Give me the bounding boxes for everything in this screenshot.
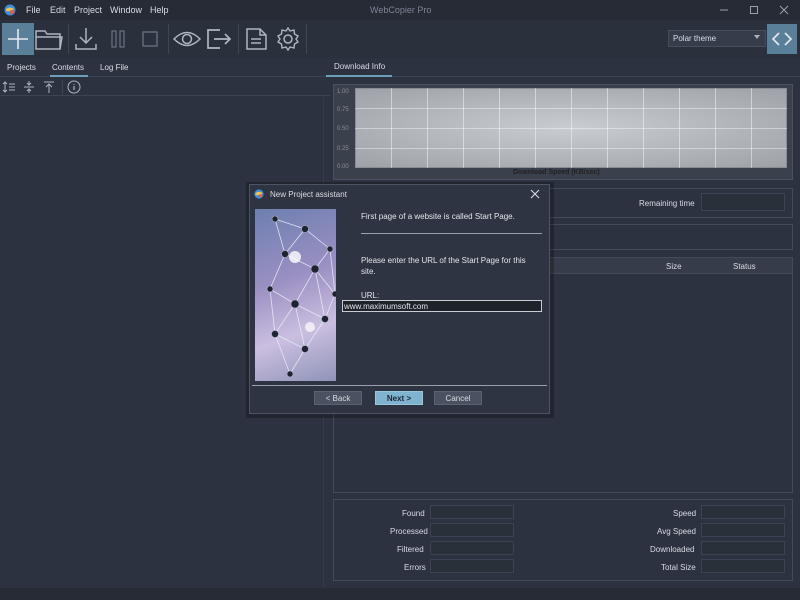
y-tick-label: 0.25 — [337, 146, 349, 152]
network-sphere-image — [255, 209, 336, 381]
gear-icon — [277, 26, 299, 52]
report-icon — [246, 28, 267, 50]
y-tick-label: 0.00 — [337, 164, 349, 170]
grid-line — [355, 108, 787, 109]
stat-label-total-size: Total Size — [661, 563, 696, 572]
view-button[interactable] — [171, 23, 203, 55]
settings-button[interactable] — [272, 23, 304, 55]
stat-field-downloaded — [701, 541, 785, 555]
toolbar-separator — [238, 24, 239, 54]
pause-button[interactable] — [102, 23, 134, 55]
grid-line — [355, 148, 787, 149]
stat-field-processed — [430, 523, 514, 537]
stat-label-processed: Processed — [390, 527, 428, 536]
stat-field-found — [430, 505, 514, 519]
remaining-time-field — [701, 193, 785, 211]
stop-button[interactable] — [134, 23, 166, 55]
chevron-left-right-icon — [771, 32, 793, 46]
tab-log-file[interactable]: Log File — [100, 63, 128, 72]
maximize-icon[interactable] — [746, 3, 762, 17]
minimize-icon[interactable] — [716, 3, 732, 17]
menu-window[interactable]: Window — [110, 5, 142, 15]
expand-list-icon[interactable] — [2, 80, 16, 94]
stat-label-errors: Errors — [404, 563, 426, 572]
chevron-down-icon — [754, 35, 760, 39]
dialog-divider — [252, 385, 547, 386]
active-tab-indicator — [326, 75, 392, 77]
y-tick-label: 0.75 — [337, 107, 349, 113]
stat-label-speed: Speed — [673, 509, 697, 518]
column-header-size[interactable]: Size — [666, 262, 682, 271]
graph-x-label: Download Speed (KB/sec) — [513, 169, 600, 176]
url-input[interactable] — [342, 300, 542, 312]
dialog-divider — [361, 233, 542, 234]
close-window-icon[interactable] — [776, 3, 792, 17]
nav-arrows-button[interactable] — [767, 24, 797, 54]
tab-download-info[interactable]: Download Info — [334, 62, 385, 71]
export-button[interactable] — [203, 23, 235, 55]
dialog-instruction-text: Please enter the URL of the Start Page f… — [361, 256, 526, 276]
theme-select[interactable]: Polar theme — [668, 30, 766, 47]
menu-edit[interactable]: Edit — [50, 5, 66, 15]
y-tick-label: 1.00 — [337, 89, 349, 95]
stat-field-filtered — [430, 541, 514, 555]
stat-label-downloaded: Downloaded — [650, 545, 695, 554]
tab-contents[interactable]: Contents — [52, 63, 84, 72]
toolbar-separator — [168, 24, 169, 54]
stat-field-errors — [430, 559, 514, 573]
add-button[interactable] — [2, 23, 34, 55]
toolbar-separator — [306, 24, 307, 54]
url-label: URL: — [361, 291, 380, 300]
menu-help[interactable]: Help — [150, 5, 169, 15]
next-button[interactable]: Next > — [375, 391, 423, 405]
app-logo-icon — [4, 4, 16, 16]
pause-icon — [111, 30, 125, 48]
stat-field-total-size — [701, 559, 785, 573]
collapse-icon[interactable] — [22, 80, 36, 94]
grid-line — [355, 128, 787, 129]
status-bar — [0, 588, 800, 600]
add-icon — [8, 29, 28, 49]
y-tick-label: 0.50 — [337, 126, 349, 132]
window-title: WebCopier Pro — [370, 5, 432, 15]
toolbar-separator — [68, 24, 69, 54]
export-icon — [207, 29, 232, 49]
tab-projects[interactable]: Projects — [7, 63, 36, 72]
stat-field-avg-speed — [701, 523, 785, 537]
remaining-time-label: Remaining time — [639, 199, 695, 208]
stat-field-speed — [701, 505, 785, 519]
view-icon — [172, 31, 202, 47]
close-icon[interactable] — [529, 188, 541, 200]
download-icon — [75, 28, 97, 50]
app-logo-icon — [254, 189, 264, 199]
open-button[interactable] — [33, 23, 65, 55]
toolbar-separator — [62, 80, 63, 94]
menu-file[interactable]: File — [26, 5, 41, 15]
report-button[interactable] — [240, 23, 272, 55]
back-button[interactable]: < Back — [314, 391, 362, 405]
stop-icon — [142, 31, 158, 47]
dialog-intro-text: First page of a website is called Start … — [361, 212, 515, 221]
active-tab-indicator — [50, 75, 88, 77]
dialog-title: New Project assistant — [270, 190, 347, 199]
move-top-icon[interactable] — [42, 80, 56, 94]
cancel-button[interactable]: Cancel — [434, 391, 482, 405]
open-folder-icon — [35, 30, 63, 50]
download-button[interactable] — [70, 23, 102, 55]
info-icon[interactable] — [67, 80, 81, 94]
stat-label-avg-speed: Avg Speed — [657, 527, 696, 536]
right-tab-bar — [326, 58, 800, 77]
stat-label-filtered: Filtered — [397, 545, 424, 554]
stat-label-found: Found — [402, 509, 425, 518]
menu-project[interactable]: Project — [74, 5, 102, 15]
column-header-status[interactable]: Status — [733, 262, 756, 271]
